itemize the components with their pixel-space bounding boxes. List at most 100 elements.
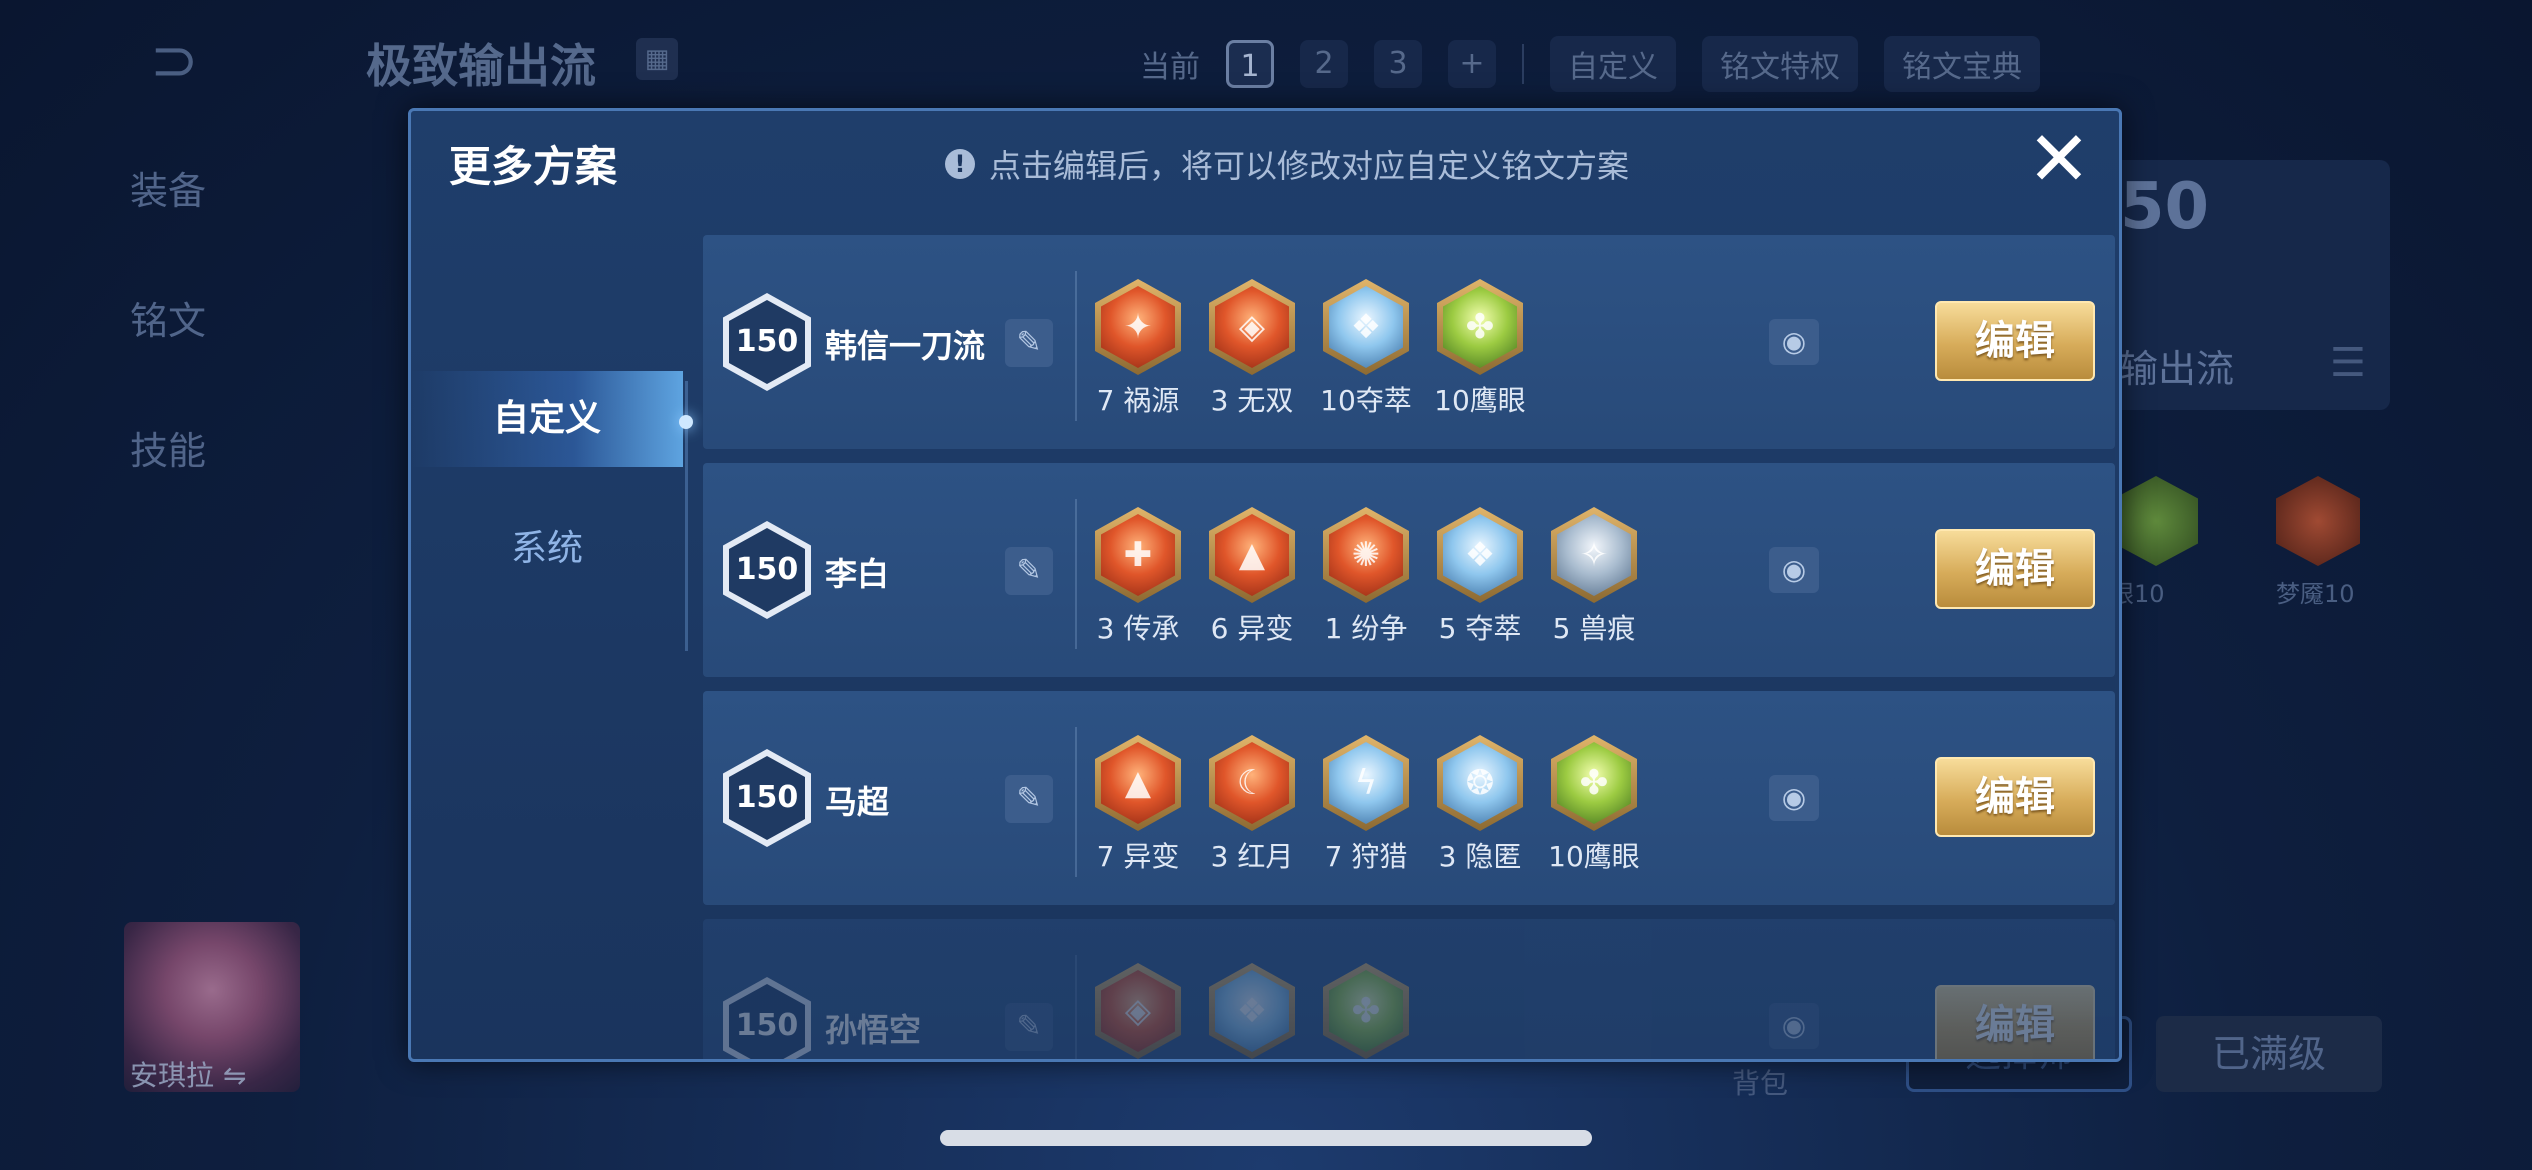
rune-label: 7 祸源 xyxy=(1096,384,1180,417)
privilege-button[interactable]: 铭文特权 xyxy=(1702,36,1858,92)
plan-name: 孙悟空 xyxy=(825,1011,922,1049)
row-divider xyxy=(1075,727,1077,877)
rune-icon: ϟ xyxy=(1323,735,1409,831)
rune-item: ✤ xyxy=(1323,963,1409,1059)
rune-label: 6 异变 xyxy=(1210,612,1294,645)
rune-item: ✤ 10鹰眼 xyxy=(1434,279,1526,419)
edit-button[interactable]: 编辑 xyxy=(1935,985,2095,1059)
tip-text: 点击编辑后，将可以修改对应自定义铭文方案 xyxy=(989,147,1630,185)
rune-item: ☾ 3 红月 xyxy=(1209,735,1295,875)
rune-icon: ✤ xyxy=(1437,279,1523,375)
bg-rune-1 xyxy=(2114,476,2198,566)
rune-icon: ❖ xyxy=(1209,963,1295,1059)
rename-pencil-icon[interactable]: ✎ xyxy=(1005,775,1053,823)
edit-button[interactable]: 编辑 xyxy=(1935,529,2095,609)
level-badge: 150 xyxy=(723,749,811,847)
level-value: 150 xyxy=(729,984,805,1059)
level-badge: 150 xyxy=(723,293,811,391)
rune-item: ✦ 7 祸源 xyxy=(1095,279,1181,419)
page-title: 极致输出流 xyxy=(366,39,596,93)
current-label: 当前 xyxy=(1140,50,1200,85)
rune-item: ▲ 6 异变 xyxy=(1209,507,1295,647)
rune-item: ❖ 5 夺萃 xyxy=(1437,507,1523,647)
rune-label: 5 兽痕 xyxy=(1552,612,1636,645)
modal-tip: ! 点击编辑后，将可以修改对应自定义铭文方案 xyxy=(945,141,1629,187)
rune-item: ❂ 3 隐匿 xyxy=(1437,735,1523,875)
rune-icon: ✦ xyxy=(1095,279,1181,375)
rune-label: 10鹰眼 xyxy=(1548,840,1640,873)
page-tab-1[interactable]: 1 xyxy=(1226,40,1274,88)
rune-list: ◈ ❖ ✤ xyxy=(1095,963,1409,1059)
plan-tabs: 自定义 系统 xyxy=(411,241,693,1059)
tab-custom[interactable]: 自定义 xyxy=(411,371,683,467)
top-nav: 当前 1 2 3 + 自定义 铭文特权 铭文宝典 xyxy=(1140,36,2040,92)
side-skill[interactable]: 技能 xyxy=(130,420,206,475)
page-tab-3[interactable]: 3 xyxy=(1374,40,1422,88)
rename-pencil-icon[interactable]: ✎ xyxy=(1005,1003,1053,1051)
custom-button[interactable]: 自定义 xyxy=(1550,36,1676,92)
menu-icon[interactable]: ☰ xyxy=(2330,340,2366,386)
home-indicator[interactable] xyxy=(940,1130,1592,1146)
hero-plan-name: 输出流 xyxy=(2120,347,2235,391)
row-divider xyxy=(1075,271,1077,421)
back-button[interactable]: ⊃ xyxy=(150,30,260,90)
rune-label: 5 夺萃 xyxy=(1438,612,1522,645)
edit-button[interactable]: 编辑 xyxy=(1935,757,2095,837)
bg-rune-label-2: 梦魇10 xyxy=(2276,580,2355,608)
rune-icon: ✚ xyxy=(1095,507,1181,603)
plan-name: 韩信一刀流 xyxy=(825,327,986,365)
rune-label: 3 红月 xyxy=(1210,840,1294,873)
side-inscription[interactable]: 铭文 xyxy=(130,290,206,345)
side-equip[interactable]: 装备 xyxy=(130,160,206,215)
rune-item: ✚ 3 传承 xyxy=(1095,507,1181,647)
rune-list: ✦ 7 祸源 ◈ 3 无双 ❖ 10夺萃 ✤ 10鹰眼 xyxy=(1095,279,1526,419)
eye-icon[interactable]: ◉ xyxy=(1769,775,1819,821)
eye-icon[interactable]: ◉ xyxy=(1769,547,1819,593)
level-value: 150 xyxy=(729,756,805,840)
grid-icon[interactable]: ▦ xyxy=(636,38,678,80)
page-tab-2[interactable]: 2 xyxy=(1300,40,1348,88)
level-value: 150 xyxy=(729,528,805,612)
rune-icon: ✤ xyxy=(1323,963,1409,1059)
rune-icon: ❖ xyxy=(1323,279,1409,375)
rune-label: 3 隐匿 xyxy=(1438,840,1522,873)
eye-icon[interactable]: ◉ xyxy=(1769,319,1819,365)
modal-title: 更多方案 xyxy=(449,142,618,191)
plan-row: 150 韩信一刀流 ✎ ✦ 7 祸源 ◈ 3 无双 ❖ 10夺萃 ✤ 10鹰眼 ◉ 编辑 xyxy=(703,235,2115,449)
row-divider xyxy=(1075,955,1077,1059)
rename-pencil-icon[interactable]: ✎ xyxy=(1005,319,1053,367)
rune-icon: ☾ xyxy=(1209,735,1295,831)
rune-icon: ✤ xyxy=(1551,735,1637,831)
plan-name: 马超 xyxy=(825,783,890,821)
max-level-button[interactable]: 已满级 xyxy=(2156,1016,2382,1092)
bg-rune-2 xyxy=(2276,476,2360,566)
eye-icon[interactable]: ◉ xyxy=(1769,1003,1819,1049)
rune-item: ϟ 7 狩猎 xyxy=(1323,735,1409,875)
rune-label: 10鹰眼 xyxy=(1434,384,1526,417)
edit-button[interactable]: 编辑 xyxy=(1935,301,2095,381)
add-page-button[interactable]: + xyxy=(1448,40,1496,88)
rune-item: ❖ 10夺萃 xyxy=(1320,279,1412,419)
rune-label: 3 无双 xyxy=(1210,384,1294,417)
level-value: 150 xyxy=(729,300,805,384)
tab-indicator xyxy=(679,415,693,429)
modal-header: 更多方案 ! 点击编辑后，将可以修改对应自定义铭文方案 ✕ xyxy=(411,111,2119,221)
rune-icon: ❖ xyxy=(1437,507,1523,603)
rune-label: 1 纷争 xyxy=(1324,612,1408,645)
plan-list[interactable]: 150 韩信一刀流 ✎ ✦ 7 祸源 ◈ 3 无双 ❖ 10夺萃 ✤ 10鹰眼 ◉ 编辑 150 李白 ✎ ✚ 3… xyxy=(703,227,2119,1059)
hero-level: 50 xyxy=(2120,170,2210,244)
rename-pencil-icon[interactable]: ✎ xyxy=(1005,547,1053,595)
rune-item: ✧ 5 兽痕 xyxy=(1551,507,1637,647)
rune-item: ◈ 3 无双 xyxy=(1209,279,1295,419)
rune-label: 7 狩猎 xyxy=(1324,840,1408,873)
close-button[interactable]: ✕ xyxy=(2023,121,2095,197)
avatar-name: 安琪拉 ⇋ xyxy=(130,1059,247,1092)
tab-system[interactable]: 系统 xyxy=(411,501,683,597)
rune-list: ▲ 7 异变 ☾ 3 红月 ϟ 7 狩猎 ❂ 3 隐匿 ✤ 10鹰眼 xyxy=(1095,735,1640,875)
plan-row: 150 孙悟空 ✎ ◈ ❖ ✤ ◉ 编辑 xyxy=(703,919,2115,1059)
swap-icon[interactable]: ⇋ xyxy=(223,1059,246,1092)
rune-icon: ❂ xyxy=(1437,735,1523,831)
rune-list: ✚ 3 传承 ▲ 6 异变 ✺ 1 纷争 ❖ 5 夺萃 ✧ 5 兽痕 xyxy=(1095,507,1637,647)
rune-icon: ✺ xyxy=(1323,507,1409,603)
book-button[interactable]: 铭文宝典 xyxy=(1884,36,2040,92)
